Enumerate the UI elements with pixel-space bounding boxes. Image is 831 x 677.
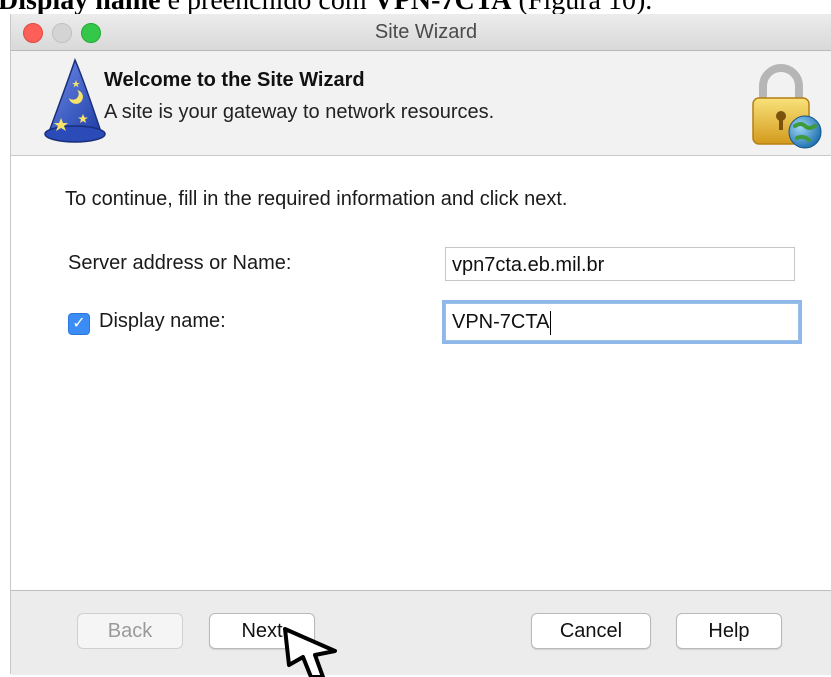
instruction-text: To continue, fill in the required inform… <box>65 188 568 210</box>
wizard-header: Welcome to the Site Wizard A site is you… <box>11 51 831 156</box>
cancel-button[interactable]: Cancel <box>531 613 651 649</box>
wizard-footer: Back Next Cancel Help <box>11 590 831 675</box>
server-address-input[interactable]: vpn7cta.eb.mil.br <box>445 247 795 281</box>
mouse-pointer-icon <box>283 627 337 677</box>
title-bar[interactable]: Site Wizard <box>11 14 831 51</box>
server-address-label: Server address or Name: <box>68 252 292 274</box>
wizard-content: To continue, fill in the required inform… <box>11 156 831 590</box>
display-name-label: Display name: <box>99 310 226 332</box>
checkmark-icon: ✓ <box>72 315 86 332</box>
site-wizard-window: Site Wizard Welcome to the Site Wizard A… <box>10 14 831 675</box>
header-subtitle: A site is your gateway to network resour… <box>104 101 495 123</box>
text-caret <box>550 310 552 335</box>
wizard-hat-icon <box>44 58 106 143</box>
lock-globe-icon <box>752 64 822 149</box>
window-title: Site Wizard <box>374 21 478 43</box>
header-title: Welcome to the Site Wizard <box>104 69 365 91</box>
back-button[interactable]: Back <box>77 613 183 649</box>
document-caption: Display name é preenchido com VPN-7CTA (… <box>0 0 831 15</box>
display-name-value: VPN-7CTA <box>452 311 550 333</box>
display-name-checkbox[interactable]: ✓ <box>68 313 90 335</box>
help-button[interactable]: Help <box>676 613 782 649</box>
display-name-input[interactable]: VPN-7CTA <box>445 303 799 341</box>
